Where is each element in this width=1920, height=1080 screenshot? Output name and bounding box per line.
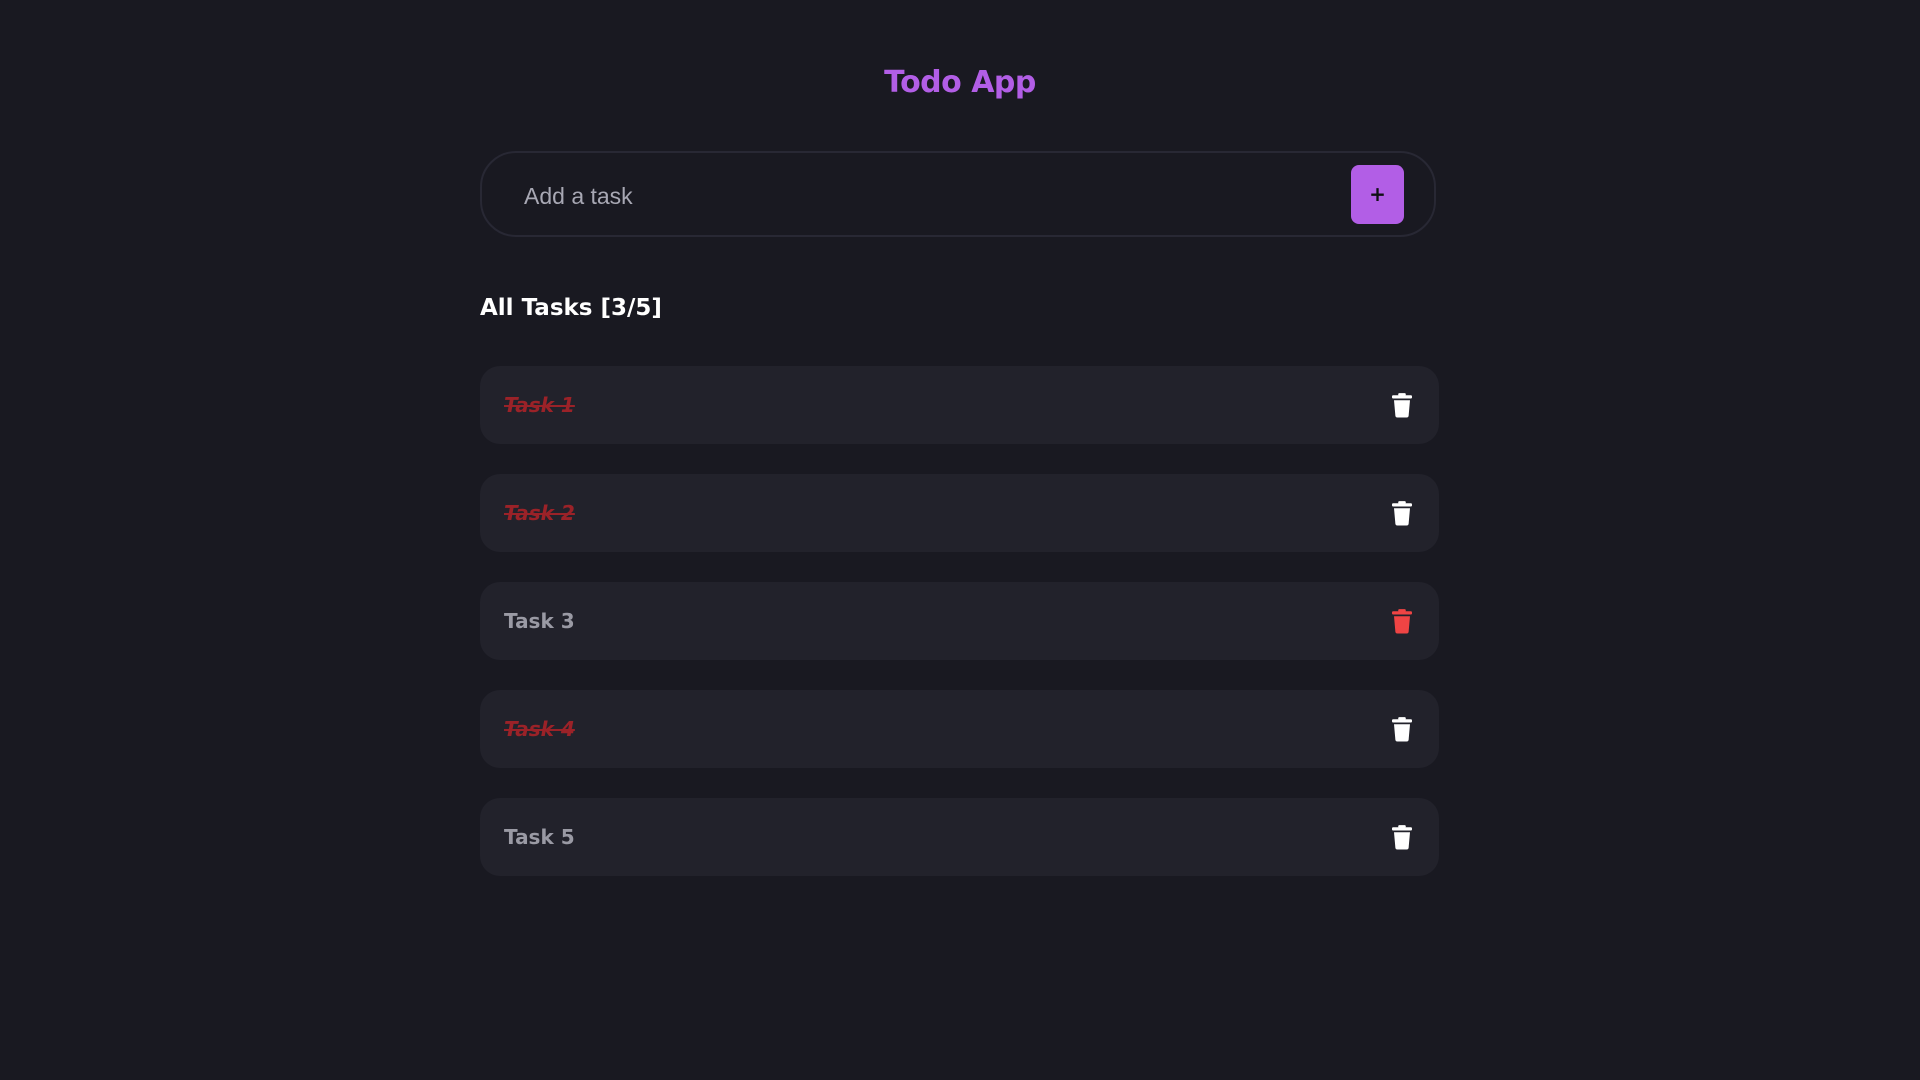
task-label[interactable]: Task 3 [504,582,575,660]
todo-app: Todo App + All Tasks [3/5] Task 1 Task 2… [0,0,1920,1080]
task-label[interactable]: Task 2 [504,474,575,552]
add-task-bar: + [480,151,1436,237]
task-item: Task 2 [480,474,1439,552]
trash-icon [1387,714,1417,744]
add-task-button[interactable]: + [1351,165,1404,224]
task-list-heading: All Tasks [3/5] [480,295,662,321]
trash-icon [1387,822,1417,852]
delete-task-button[interactable] [1387,606,1417,636]
task-label[interactable]: Task 1 [504,366,575,444]
task-item: Task 4 [480,690,1439,768]
delete-task-button[interactable] [1387,498,1417,528]
delete-task-button[interactable] [1387,822,1417,852]
task-label[interactable]: Task 4 [504,690,575,768]
delete-task-button[interactable] [1387,714,1417,744]
trash-icon [1387,498,1417,528]
task-input[interactable] [522,169,1306,223]
task-list: Task 1 Task 2 Task 3 Task 4 Task 5 [480,366,1439,906]
task-label[interactable]: Task 5 [504,798,575,876]
page-title: Todo App [884,65,1036,100]
delete-task-button[interactable] [1387,390,1417,420]
trash-icon [1387,606,1417,636]
task-item: Task 1 [480,366,1439,444]
task-item: Task 3 [480,582,1439,660]
trash-icon [1387,390,1417,420]
task-item: Task 5 [480,798,1439,876]
